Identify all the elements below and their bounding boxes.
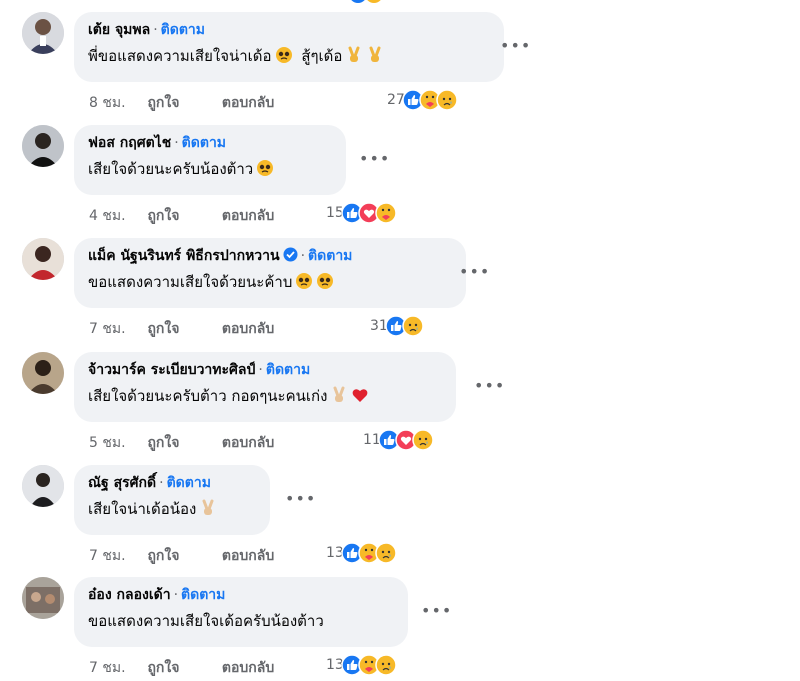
reply-button[interactable]: ตอบกลับ <box>222 208 274 224</box>
follow-link[interactable]: ติดตาม <box>181 587 225 603</box>
comment-text: เสียใจด้วยนะครับต้าว กอดๆนะคนเก่ง <box>88 387 328 405</box>
comment-author[interactable]: อ๋อง กลองเด้า <box>88 587 171 603</box>
verified-badge-icon <box>283 247 298 262</box>
like-button[interactable]: ถูกใจ <box>147 657 217 679</box>
reply-button[interactable]: ตอบกลับ <box>222 435 274 451</box>
pleading-face-icon <box>256 159 274 177</box>
comment-author[interactable]: เต้ย จุมพล <box>88 22 150 38</box>
reaction-summary[interactable]: 31 <box>370 315 424 339</box>
reply-button[interactable]: ตอบกลับ <box>222 660 274 676</box>
comment-text: เสียใจน่าเด้อน้อง <box>88 500 197 518</box>
comment-time[interactable]: 7 ชม. <box>89 657 143 679</box>
sad-icon <box>375 542 397 564</box>
reply-button[interactable]: ตอบกลับ <box>222 321 274 337</box>
more-options-icon[interactable]: ••• <box>500 36 531 55</box>
follow-link[interactable]: ติดตาม <box>161 22 205 38</box>
like-button[interactable]: ถูกใจ <box>147 205 217 227</box>
avatar[interactable] <box>22 125 64 167</box>
sad-icon <box>436 89 458 111</box>
sad-icon <box>402 315 424 337</box>
red-heart-icon <box>351 386 369 404</box>
more-options-icon[interactable]: ••• <box>359 149 390 168</box>
pleading-face-icon <box>275 46 293 64</box>
comment-time[interactable]: 8 ชม. <box>89 92 143 114</box>
comment-text: ขอแสดงความเสียใจเด้อครับน้องต้าว <box>88 612 324 630</box>
comment-author[interactable]: จ้าวมาร์ค ระเบียบวาทะศิลป์ <box>88 362 255 378</box>
comment-time[interactable]: 4 ชม. <box>89 205 143 227</box>
victory-hand-icon <box>345 46 363 64</box>
sad-icon <box>375 654 397 676</box>
top-reactions-partial <box>350 0 390 4</box>
comment-bubble: ณัฐ สุรศักดิ์ · ติดตาม เสียใจน่าเด้อน้อง <box>74 465 270 535</box>
sad-icon <box>412 429 434 451</box>
comment-bubble: ฟอส กฤศตไช · ติดตาม เสียใจด้วยนะครับน้องต้… <box>74 125 346 195</box>
comment-author[interactable]: ณัฐ สุรศักดิ์ <box>88 475 156 491</box>
reaction-summary[interactable]: 15 <box>326 202 397 226</box>
comment-text-secondary: สู้ๆเด้อ <box>301 47 343 65</box>
like-button[interactable]: ถูกใจ <box>147 92 217 114</box>
comment-text: เสียใจด้วยนะครับน้องต้าว <box>88 160 254 178</box>
comment-author[interactable]: ฟอส กฤศตไช <box>88 135 171 151</box>
comment-bubble: จ้าวมาร์ค ระเบียบวาทะศิลป์ · ติดตาม เสียใจ… <box>74 352 456 422</box>
like-button[interactable]: ถูกใจ <box>147 432 217 454</box>
reaction-summary[interactable]: 27 <box>387 89 458 113</box>
like-button[interactable]: ถูกใจ <box>147 318 217 340</box>
avatar[interactable] <box>22 12 64 54</box>
reply-button[interactable]: ตอบกลับ <box>222 548 274 564</box>
comment-bubble: อ๋อง กลองเด้า · ติดตาม ขอแสดงความเสียใจเด้… <box>74 577 408 647</box>
avatar[interactable] <box>22 577 64 619</box>
more-options-icon[interactable]: ••• <box>474 376 505 395</box>
victory-hand-icon <box>199 499 217 517</box>
reaction-summary[interactable]: 13 <box>326 542 397 566</box>
follow-link[interactable]: ติดตาม <box>167 475 211 491</box>
follow-link[interactable]: ติดตาม <box>308 248 352 264</box>
more-options-icon[interactable]: ••• <box>459 262 490 281</box>
reply-button[interactable]: ตอบกลับ <box>222 95 274 111</box>
care-icon <box>375 202 397 224</box>
comment-time[interactable]: 7 ชม. <box>89 545 143 567</box>
follow-link[interactable]: ติดตาม <box>266 362 310 378</box>
follow-link[interactable]: ติดตาม <box>182 135 226 151</box>
pleading-face-icon <box>316 272 334 290</box>
comment-time[interactable]: 7 ชม. <box>89 318 143 340</box>
comment-text: พี่ขอแสดงความเสียใจน่าเด้อ <box>88 47 272 65</box>
reaction-summary[interactable]: 11 <box>363 429 434 453</box>
more-options-icon[interactable]: ••• <box>285 489 316 508</box>
avatar[interactable] <box>22 238 64 280</box>
victory-hand-icon <box>366 46 384 64</box>
comment-author[interactable]: แม็ค นัฐนรินทร์ พิธีกรปากหวาน <box>88 248 280 264</box>
pleading-face-icon <box>295 272 313 290</box>
comment-bubble: เต้ย จุมพล · ติดตาม พี่ขอแสดงความเสียใจน่า… <box>74 12 504 82</box>
comment-bubble: แม็ค นัฐนรินทร์ พิธีกรปากหวาน · ติดตาม ขอแ… <box>74 238 466 308</box>
comment-text: ขอแสดงความเสียใจด้วยนะค้าบ <box>88 273 293 291</box>
avatar[interactable] <box>22 465 64 507</box>
like-button[interactable]: ถูกใจ <box>147 545 217 567</box>
more-options-icon[interactable]: ••• <box>421 601 452 620</box>
victory-hand-icon <box>330 386 348 404</box>
avatar[interactable] <box>22 352 64 394</box>
reaction-summary[interactable]: 13 <box>326 654 397 678</box>
comment-time[interactable]: 5 ชม. <box>89 432 143 454</box>
